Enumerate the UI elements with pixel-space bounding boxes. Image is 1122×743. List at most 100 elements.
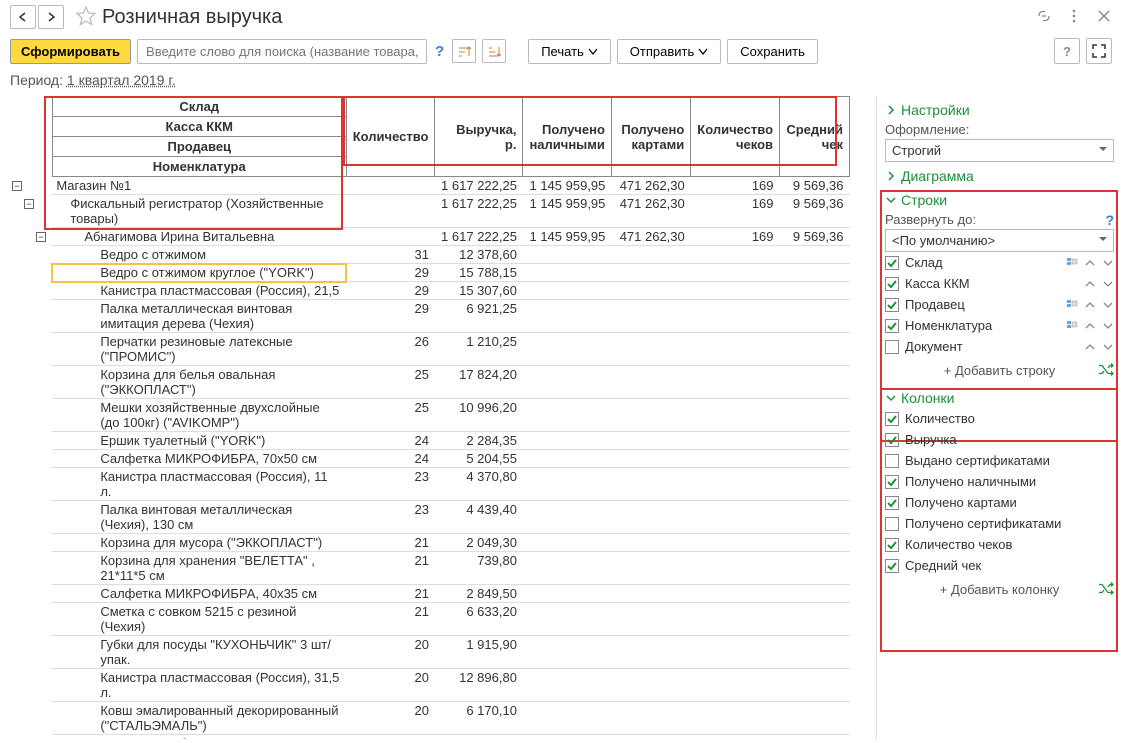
data-row[interactable]: Салфетка МИКРОФИБРА, 40х35 см	[52, 585, 346, 603]
add-row-link[interactable]: + Добавить строку	[885, 357, 1114, 384]
sort-asc-button[interactable]	[452, 39, 476, 63]
row-item-label[interactable]: Склад	[905, 255, 1060, 270]
data-row[interactable]: Палка металлическая винтовая имитация де…	[52, 300, 346, 333]
cell-value	[611, 468, 690, 501]
checkbox[interactable]	[885, 496, 899, 510]
more-icon[interactable]	[1066, 8, 1082, 27]
tree-toggle[interactable]: −	[36, 232, 46, 242]
help-button[interactable]: ?	[1054, 38, 1080, 64]
col-item-label[interactable]: Количество	[905, 411, 1114, 426]
send-button[interactable]: Отправить	[617, 39, 721, 64]
cell-value: 29	[346, 264, 435, 282]
col-item-label[interactable]: Количество чеков	[905, 537, 1114, 552]
move-up-icon[interactable]	[1084, 257, 1096, 269]
col-item-label[interactable]: Получено сертификатами	[905, 516, 1114, 531]
checkbox[interactable]	[885, 319, 899, 333]
expand-select[interactable]: <По умолчанию>	[885, 229, 1114, 252]
cell-value: 20	[346, 636, 435, 669]
nav-forward[interactable]	[38, 5, 64, 29]
group-row[interactable]: Фискальный регистратор (Хозяйственные то…	[52, 195, 346, 228]
data-row[interactable]: Ковш эмалированный декорированный ("СТАЛ…	[52, 702, 346, 735]
move-up-icon[interactable]	[1084, 278, 1096, 290]
save-button[interactable]: Сохранить	[727, 39, 818, 64]
fullscreen-button[interactable]	[1086, 38, 1112, 64]
checkbox[interactable]	[885, 277, 899, 291]
col-item-label[interactable]: Выручка	[905, 432, 1114, 447]
add-col-link[interactable]: + Добавить колонку	[885, 576, 1114, 603]
settings-section[interactable]: Настройки	[885, 100, 1114, 120]
group-icon[interactable]	[1066, 257, 1078, 269]
data-row[interactable]: Губки для посуды "КУХОНЬЧИК" 3 шт/упак.	[52, 636, 346, 669]
shuffle-icon[interactable]	[1098, 362, 1114, 379]
checkbox[interactable]	[885, 256, 899, 270]
col-item-label[interactable]: Получено наличными	[905, 474, 1114, 489]
data-row[interactable]: Корзина для хранения "ВЕЛЕТТА" , 21*11*5…	[52, 552, 346, 585]
data-row[interactable]: Мешки хозяйственные двухслойные (до 100к…	[52, 399, 346, 432]
data-row[interactable]: Салфетка МИКРОФИБРА, 70х50 см	[52, 450, 346, 468]
data-row[interactable]: Сметка с совком 5215 с резиной (Чехия)	[52, 603, 346, 636]
diagram-section[interactable]: Диаграмма	[885, 166, 1114, 186]
data-row[interactable]: Канистра пластмассовая (Россия), 31,5 л.	[52, 669, 346, 702]
data-row[interactable]: Корзина для мусора ("ЭККОПЛАСТ")	[52, 534, 346, 552]
move-down-icon[interactable]	[1102, 278, 1114, 290]
group-value: 169	[691, 177, 780, 195]
data-row[interactable]: Ершик туалетный ("YORK")	[52, 432, 346, 450]
close-icon[interactable]	[1096, 8, 1112, 27]
move-down-icon[interactable]	[1102, 341, 1114, 353]
checkbox[interactable]	[885, 517, 899, 531]
row-item-label[interactable]: Касса ККМ	[905, 276, 1078, 291]
move-up-icon[interactable]	[1084, 341, 1096, 353]
sort-desc-button[interactable]	[482, 39, 506, 63]
group-value: 1 145 959,95	[523, 195, 611, 228]
cell-value	[523, 735, 611, 740]
col-item-label[interactable]: Выдано сертификатами	[905, 453, 1114, 468]
data-row[interactable]: Ведро с отжимом	[52, 246, 346, 264]
design-select[interactable]: Строгий	[885, 139, 1114, 162]
link-icon[interactable]	[1036, 8, 1052, 27]
move-down-icon[interactable]	[1102, 257, 1114, 269]
data-row[interactable]: Канистра пластмассовая (Россия), 11 л.	[52, 468, 346, 501]
group-icon[interactable]	[1066, 299, 1078, 311]
period-value[interactable]: 1 квартал 2019 г.	[67, 72, 176, 88]
row-item-label[interactable]: Номенклатура	[905, 318, 1060, 333]
move-down-icon[interactable]	[1102, 320, 1114, 332]
data-row[interactable]: Канистра пластмассовая (Россия), 21,5	[52, 282, 346, 300]
rows-section[interactable]: Строки	[885, 190, 1114, 210]
checkbox[interactable]	[885, 538, 899, 552]
checkbox[interactable]	[885, 433, 899, 447]
checkbox[interactable]	[885, 559, 899, 573]
cell-value	[691, 669, 780, 702]
data-row[interactable]: Перчатки резиновые латексные ("ПРОМИС")	[52, 333, 346, 366]
search-input[interactable]	[137, 39, 427, 64]
group-icon[interactable]	[1066, 320, 1078, 332]
favorite-icon[interactable]	[76, 6, 96, 29]
checkbox[interactable]	[885, 475, 899, 489]
col-item-label[interactable]: Средний чек	[905, 558, 1114, 573]
checkbox[interactable]	[885, 454, 899, 468]
cols-section[interactable]: Колонки	[885, 388, 1114, 408]
move-up-icon[interactable]	[1084, 299, 1096, 311]
move-down-icon[interactable]	[1102, 299, 1114, 311]
nav-back[interactable]	[10, 5, 36, 29]
data-row[interactable]: Корзина для белья пластмассовая прямоуго…	[52, 735, 346, 740]
data-row[interactable]: Палка винтовая металлическая (Чехия), 13…	[52, 501, 346, 534]
help-icon[interactable]: ?	[433, 43, 446, 60]
row-item-label[interactable]: Продавец	[905, 297, 1060, 312]
checkbox[interactable]	[885, 412, 899, 426]
data-row[interactable]: Ведро с отжимом круглое ("YORK")	[52, 264, 346, 282]
checkbox[interactable]	[885, 340, 899, 354]
row-item-label[interactable]: Документ	[905, 339, 1078, 354]
form-button[interactable]: Сформировать	[10, 39, 131, 64]
move-up-icon[interactable]	[1084, 320, 1096, 332]
shuffle-icon[interactable]	[1098, 581, 1114, 598]
cell-value	[611, 669, 690, 702]
data-row[interactable]: Корзина для белья овальная ("ЭККОПЛАСТ")	[52, 366, 346, 399]
col-item-label[interactable]: Получено картами	[905, 495, 1114, 510]
group-row[interactable]: Магазин №1	[52, 177, 346, 195]
tree-toggle[interactable]: −	[24, 199, 34, 209]
tree-toggle[interactable]: −	[12, 181, 22, 191]
help-rows-icon[interactable]: ?	[1105, 212, 1114, 228]
group-row[interactable]: Абнагимова Ирина Витальевна	[52, 228, 346, 246]
checkbox[interactable]	[885, 298, 899, 312]
print-button[interactable]: Печать	[528, 39, 611, 64]
